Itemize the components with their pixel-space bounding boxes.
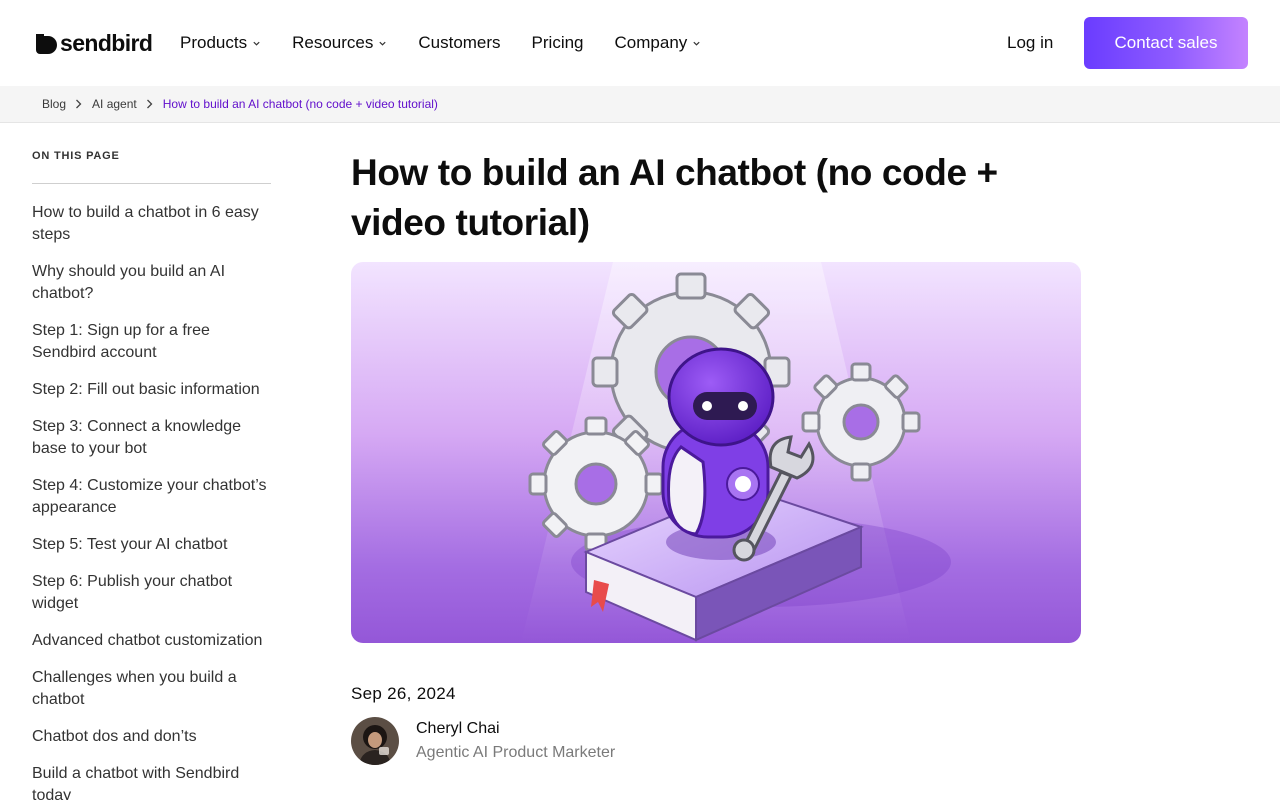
nav-products[interactable]: Products <box>180 32 261 54</box>
login-link[interactable]: Log in <box>1007 32 1053 54</box>
nav-company-label: Company <box>614 33 688 52</box>
breadcrumb: Blog AI agent How to build an AI chatbot… <box>42 97 438 111</box>
toc-item[interactable]: Step 1: Sign up for a free Sendbird acco… <box>32 320 271 364</box>
toc-item[interactable]: Step 2: Fill out basic information <box>32 379 271 401</box>
toc-item[interactable]: Chatbot dos and don’ts <box>32 726 271 748</box>
breadcrumb-bar: Blog AI agent How to build an AI chatbot… <box>0 86 1280 123</box>
nav-products-label: Products <box>180 33 248 52</box>
chevron-down-icon <box>379 41 386 46</box>
author-photo <box>351 717 399 765</box>
toc-item[interactable]: Advanced chatbot customization <box>32 630 271 652</box>
breadcrumb-blog[interactable]: Blog <box>42 97 66 111</box>
toc-list: How to build a chatbot in 6 easy steps W… <box>32 202 271 800</box>
logo-text: sendbird <box>60 30 153 56</box>
author-name[interactable]: Cheryl Chai <box>416 718 615 740</box>
article-title: How to build an AI chatbot (no code + vi… <box>351 152 998 243</box>
site-header: sendbird Products Resources Customers Pr… <box>0 0 1280 86</box>
breadcrumb-ai-agent[interactable]: AI agent <box>92 97 137 111</box>
chevron-down-icon <box>253 41 260 46</box>
chevron-down-icon <box>693 41 700 46</box>
nav-customers-label: Customers <box>418 33 501 52</box>
hero-illustration <box>521 262 951 643</box>
nav-pricing-label: Pricing <box>531 33 584 52</box>
author-block: Cheryl Chai Agentic AI Product Marketer <box>351 717 615 765</box>
author-info: Cheryl Chai Agentic AI Product Marketer <box>416 718 615 764</box>
nav-customers[interactable]: Customers <box>418 32 500 54</box>
toc-item[interactable]: Step 6: Publish your chatbot widget <box>32 571 271 615</box>
nav-resources[interactable]: Resources <box>292 32 387 54</box>
sendbird-logo-icon <box>36 34 57 54</box>
toc-item[interactable]: Build a chatbot with Sendbird today <box>32 763 271 800</box>
toc-item[interactable]: Step 4: Customize your chatbot’s appeara… <box>32 475 271 519</box>
toc-item[interactable]: Why should you build an AI chatbot? <box>32 261 271 305</box>
chevron-right-icon <box>146 99 153 109</box>
toc-item[interactable]: Challenges when you build a chatbot <box>32 667 271 711</box>
hero-image <box>351 262 1081 643</box>
toc-item[interactable]: Step 3: Connect a knowledge base to your… <box>32 416 271 460</box>
contact-sales-button[interactable]: Contact sales <box>1084 17 1248 69</box>
chevron-right-icon <box>76 99 82 109</box>
nav-pricing[interactable]: Pricing <box>532 32 584 54</box>
author-role: Agentic AI Product Marketer <box>416 744 616 761</box>
publish-date: Sep 26, 2024 <box>351 684 456 703</box>
nav-company[interactable]: Company <box>615 32 702 54</box>
table-of-contents: ON THIS PAGE How to build a chatbot in 6… <box>32 150 271 800</box>
toc-item[interactable]: Step 5: Test your AI chatbot <box>32 534 271 556</box>
sendbird-logo[interactable]: sendbird <box>35 30 153 56</box>
main-nav: Products Resources Customers Pricing Com… <box>180 32 732 54</box>
breadcrumb-current[interactable]: How to build an AI chatbot (no code + vi… <box>163 97 438 111</box>
avatar[interactable] <box>351 717 399 765</box>
toc-title: ON THIS PAGE <box>32 150 271 184</box>
toc-item[interactable]: How to build a chatbot in 6 easy steps <box>32 202 271 246</box>
nav-resources-label: Resources <box>292 33 374 52</box>
